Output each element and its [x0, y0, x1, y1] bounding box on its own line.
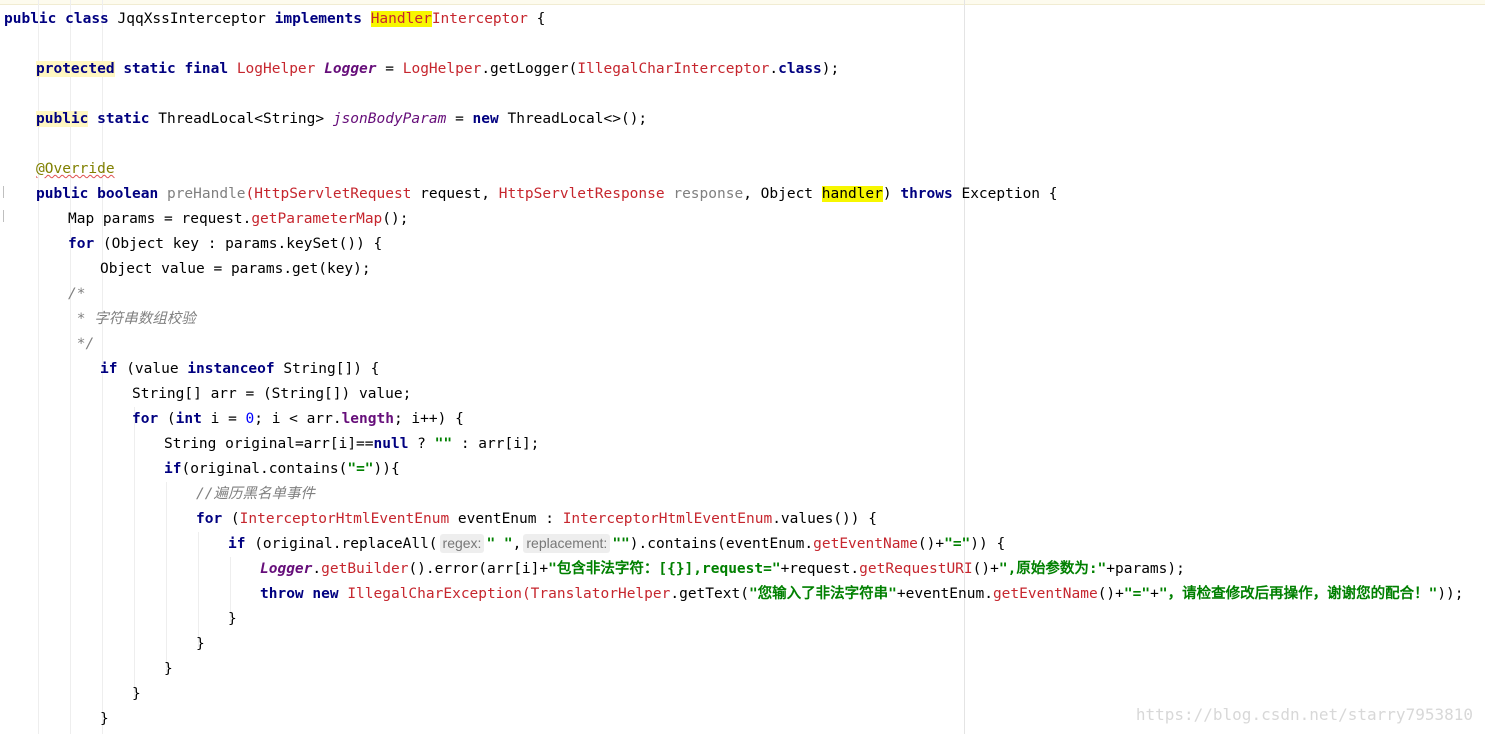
code-line[interactable]: } [4, 632, 1485, 657]
code-line[interactable]: public boolean preHandle(HttpServletRequ… [4, 182, 1485, 207]
parameter-hint-replacement: replacement: [523, 534, 611, 553]
parameter-hint-regex: regex: [439, 534, 485, 553]
code-line[interactable]: Logger.getBuilder().error(arr[i]+"包含非法字符… [4, 557, 1485, 582]
search-highlight: handler [821, 186, 883, 202]
code-line[interactable]: throw new IllegalCharException(Translato… [4, 582, 1485, 607]
code-line[interactable]: String[] arr = (String[]) value; [4, 382, 1485, 407]
code-line[interactable]: } [4, 657, 1485, 682]
code-line[interactable]: if(original.contains("=")){ [4, 457, 1485, 482]
code-line[interactable] [4, 132, 1485, 157]
code-line[interactable] [4, 82, 1485, 107]
code-line[interactable]: Object value = params.get(key); [4, 257, 1485, 282]
watermark: https://blog.csdn.net/starry7953810 [1135, 705, 1473, 724]
code-line[interactable]: Map params = request.getParameterMap(); [4, 207, 1485, 232]
code-line[interactable]: /* [4, 282, 1485, 307]
code-line[interactable]: //遍历黑名单事件 [4, 482, 1485, 507]
code-line[interactable]: if (value instanceof String[]) { [4, 357, 1485, 382]
code-line[interactable]: if (original.replaceAll(regex: " ", replac… [4, 532, 1485, 557]
code-line[interactable]: String original=arr[i]==null ? "" : arr[… [4, 432, 1485, 457]
code-line[interactable]: protected static final LogHelper Logger … [4, 57, 1485, 82]
override-annotation: @Override [36, 161, 115, 177]
code-line[interactable]: */ [4, 332, 1485, 357]
search-highlight: Handler [370, 11, 432, 27]
code-line[interactable]: } [4, 682, 1485, 707]
code-line[interactable]: public static ThreadLocal<String> jsonBo… [4, 107, 1485, 132]
code-line[interactable]: @Override [4, 157, 1485, 182]
code-line[interactable] [4, 32, 1485, 57]
code-line[interactable]: for (Object key : params.keySet()) { [4, 232, 1485, 257]
code-editor[interactable]: public class JqqXssInterceptor implement… [4, 7, 1485, 732]
code-line[interactable]: * 字符串数组校验 [4, 307, 1485, 332]
code-line[interactable]: public class JqqXssInterceptor implement… [4, 7, 1485, 32]
code-line[interactable]: } [4, 607, 1485, 632]
editor-top-strip [0, 0, 1485, 5]
code-line[interactable]: for (InterceptorHtmlEventEnum eventEnum … [4, 507, 1485, 532]
code-line[interactable]: for (int i = 0; i < arr.length; i++) { [4, 407, 1485, 432]
